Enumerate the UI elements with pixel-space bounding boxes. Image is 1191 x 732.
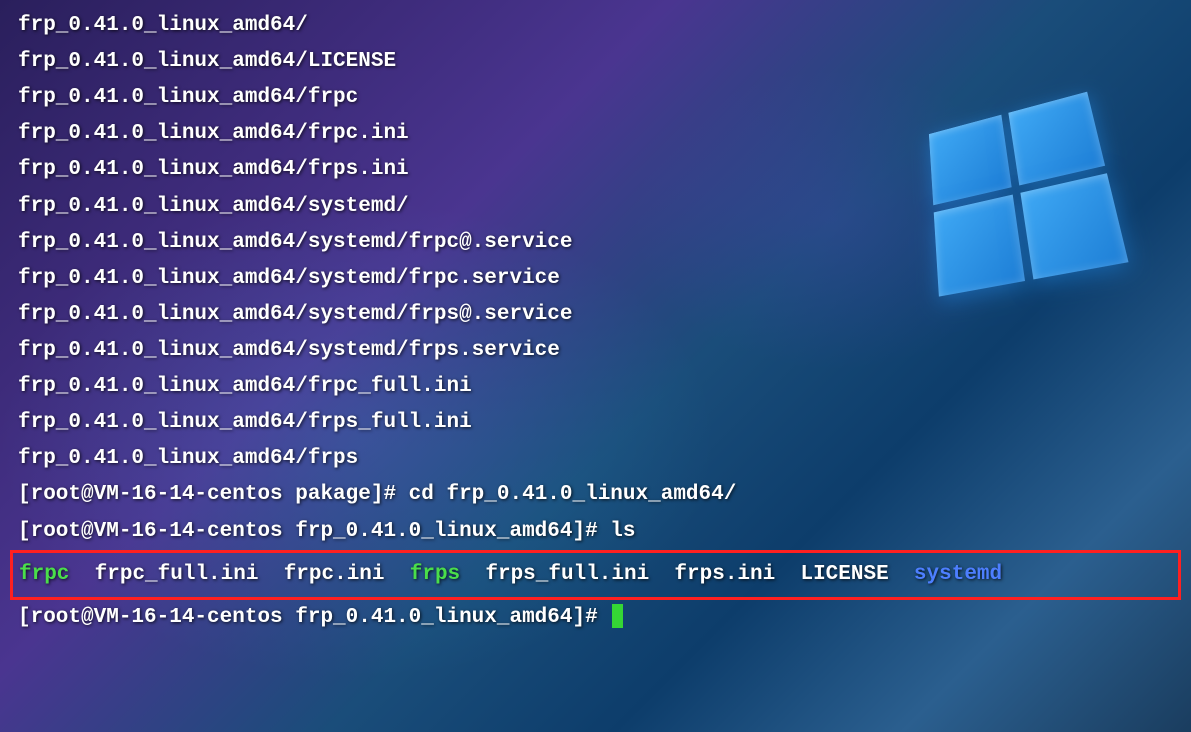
prompt-prefix: [root@VM-16-14-centos frp_0.41.0_linux_a… xyxy=(18,520,610,543)
command-text: ls xyxy=(610,520,635,543)
output-line: frp_0.41.0_linux_amd64/systemd/frpc@.ser… xyxy=(18,225,1173,261)
output-line: frp_0.41.0_linux_amd64/systemd/frps@.ser… xyxy=(18,297,1173,333)
output-line: frp_0.41.0_linux_amd64/frpc xyxy=(18,80,1173,116)
ls-executable: frpc xyxy=(19,557,69,593)
ls-file: frpc_full.ini xyxy=(95,557,259,593)
output-line: frp_0.41.0_linux_amd64/ xyxy=(18,8,1173,44)
highlighted-ls-output: frpc frpc_full.ini frpc.ini frps frps_fu… xyxy=(10,550,1181,600)
ls-file: LICENSE xyxy=(800,557,888,593)
prompt-line: [root@VM-16-14-centos frp_0.41.0_linux_a… xyxy=(18,600,1173,636)
output-line: frp_0.41.0_linux_amd64/frps.ini xyxy=(18,152,1173,188)
ls-file: frps_full.ini xyxy=(485,557,649,593)
ls-output-line: frpc frpc_full.ini frpc.ini frps frps_fu… xyxy=(19,557,1172,593)
ls-directory: systemd xyxy=(914,557,1002,593)
terminal-cursor[interactable] xyxy=(612,604,623,628)
ls-file: frps.ini xyxy=(674,557,775,593)
prompt-line: [root@VM-16-14-centos pakage]# cd frp_0.… xyxy=(18,477,1173,513)
prompt-prefix: [root@VM-16-14-centos pakage]# xyxy=(18,483,409,506)
command-text: cd frp_0.41.0_linux_amd64/ xyxy=(409,483,737,506)
terminal-area[interactable]: frp_0.41.0_linux_amd64/ frp_0.41.0_linux… xyxy=(0,0,1191,644)
ls-file: frpc.ini xyxy=(284,557,385,593)
output-line: frp_0.41.0_linux_amd64/systemd/ xyxy=(18,189,1173,225)
output-line: frp_0.41.0_linux_amd64/systemd/frpc.serv… xyxy=(18,261,1173,297)
prompt-line: [root@VM-16-14-centos frp_0.41.0_linux_a… xyxy=(18,514,1173,550)
output-line: frp_0.41.0_linux_amd64/frpc.ini xyxy=(18,116,1173,152)
output-line: frp_0.41.0_linux_amd64/LICENSE xyxy=(18,44,1173,80)
ls-executable: frps xyxy=(410,557,460,593)
output-line: frp_0.41.0_linux_amd64/frps_full.ini xyxy=(18,405,1173,441)
output-line: frp_0.41.0_linux_amd64/frps xyxy=(18,441,1173,477)
output-line: frp_0.41.0_linux_amd64/frpc_full.ini xyxy=(18,369,1173,405)
output-line: frp_0.41.0_linux_amd64/systemd/frps.serv… xyxy=(18,333,1173,369)
prompt-prefix: [root@VM-16-14-centos frp_0.41.0_linux_a… xyxy=(18,606,610,629)
